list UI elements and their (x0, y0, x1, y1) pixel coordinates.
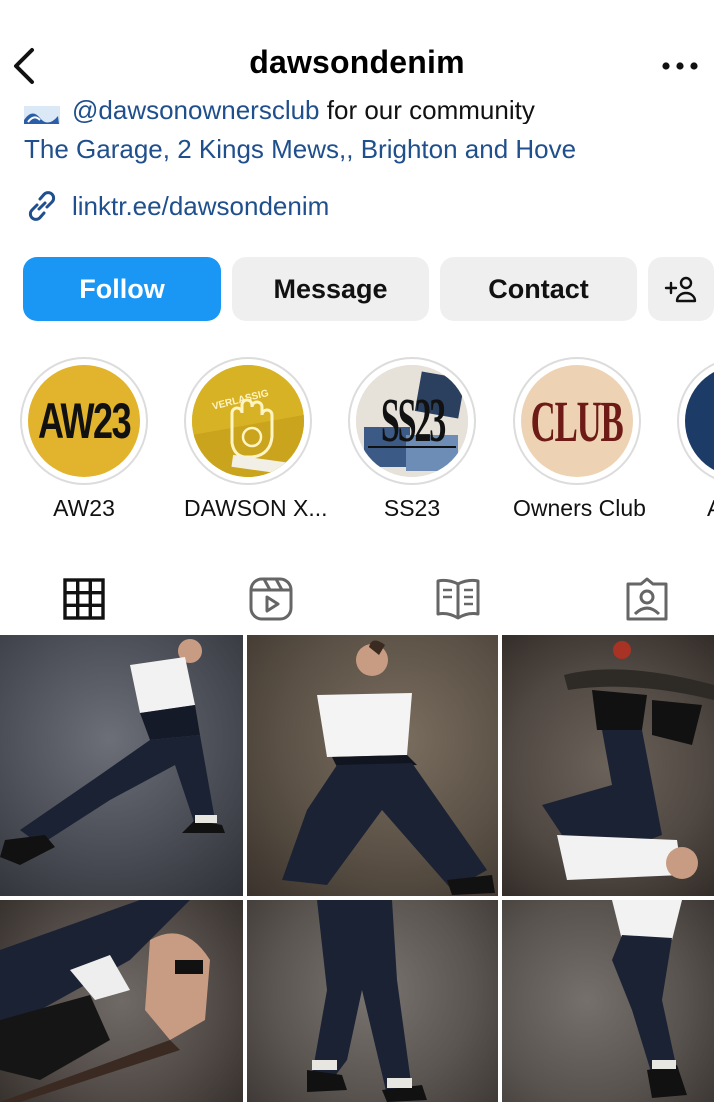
highlight-owners-club[interactable]: CLUB Owners Club (513, 357, 646, 522)
link-icon (28, 191, 56, 221)
tab-posts[interactable] (54, 570, 114, 628)
bio-link[interactable]: linktr.ee/dawsondenim (24, 188, 329, 224)
follow-button-label: Follow (79, 273, 165, 304)
post-thumbnail[interactable] (247, 900, 498, 1102)
guide-icon (436, 578, 480, 620)
post-thumbnail[interactable] (0, 900, 243, 1102)
highlight-cover: A (685, 365, 714, 477)
highlight-ring: CLUB (513, 357, 641, 485)
more-options-button[interactable] (658, 50, 706, 80)
post-grid (0, 635, 714, 1102)
highlight-cover: VERLASSIG (192, 365, 304, 477)
highlight-label: SS23 (383, 495, 441, 521)
post-thumbnail[interactable] (502, 900, 714, 1102)
highlight-label: Owners Club (513, 495, 646, 521)
highlight-cover: AW23 (28, 365, 140, 477)
tab-reels[interactable] (241, 570, 301, 628)
highlight-dawson-x[interactable]: VERLASSIG DAWSON X... (184, 357, 328, 522)
follow-button[interactable]: Follow (23, 257, 221, 321)
profile-username: dawsondenim (249, 44, 465, 80)
add-user-icon (664, 276, 697, 303)
denim-model-photo (612, 900, 687, 1098)
grid-icon (63, 578, 105, 620)
highlight-cover-text: SS23 (380, 386, 445, 455)
contact-button[interactable]: Contact (440, 257, 637, 321)
highlight-cover: SS23 (356, 365, 468, 477)
denim-model-photo (307, 900, 427, 1102)
reels-icon (249, 577, 293, 621)
highlight-cover-text: CLUB (531, 388, 624, 454)
highlight-cover: CLUB (521, 365, 633, 477)
tab-guides[interactable] (428, 570, 488, 628)
bio-link-text: linktr.ee/dawsondenim (72, 190, 330, 221)
post-thumbnail[interactable] (502, 635, 714, 896)
highlight-ring: SS23 (348, 357, 476, 485)
denim-model-photo (282, 640, 495, 895)
ellipsis-icon (662, 62, 698, 70)
highlight-aw23[interactable]: AW23 AW23 (20, 357, 148, 522)
sneaker-skateboard-photo (0, 900, 210, 1102)
post-thumbnail[interactable] (0, 635, 243, 896)
post-thumbnail[interactable] (247, 635, 498, 896)
highlight-ss23[interactable]: SS23 SS23 (348, 357, 476, 522)
message-button-label: Message (273, 273, 388, 304)
highlight-ring: AW23 (20, 357, 148, 485)
highlight-label: AW23 (53, 495, 115, 521)
hand-logo-icon: VERLASSIG (192, 365, 304, 477)
highlight-label: A (677, 495, 714, 522)
top-bar: dawsondenim (0, 0, 714, 100)
highlight-label: DAWSON X... (184, 495, 328, 521)
add-user-button[interactable] (648, 257, 714, 321)
contact-button-label: Contact (488, 273, 589, 304)
tab-tagged[interactable] (617, 570, 677, 628)
message-button[interactable]: Message (232, 257, 429, 321)
highlight-cover-text: AW23 (37, 393, 132, 449)
tagged-icon (626, 577, 668, 621)
highlight-partial[interactable]: A A (677, 357, 714, 522)
bio-address[interactable]: The Garage, 2 Kings Mews,, Brighton and … (24, 134, 576, 165)
highlight-ring: VERLASSIG (184, 357, 312, 485)
skateboard-photo (542, 641, 714, 880)
wave-emoji-icon (24, 106, 60, 124)
profile-tabs (0, 570, 714, 630)
denim-model-photo (0, 639, 225, 865)
highlight-ring: A (677, 357, 714, 485)
